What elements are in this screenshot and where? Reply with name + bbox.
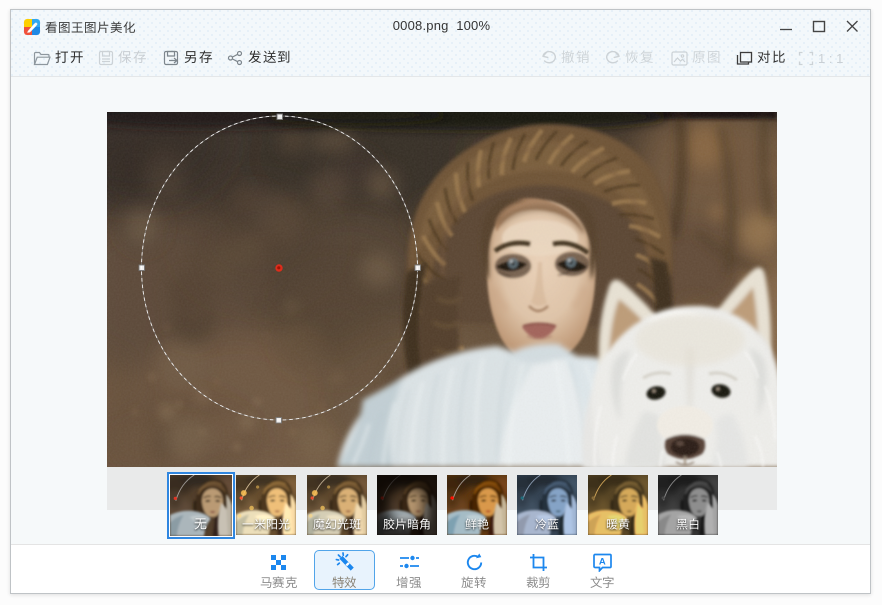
svg-text:A: A <box>599 556 606 567</box>
